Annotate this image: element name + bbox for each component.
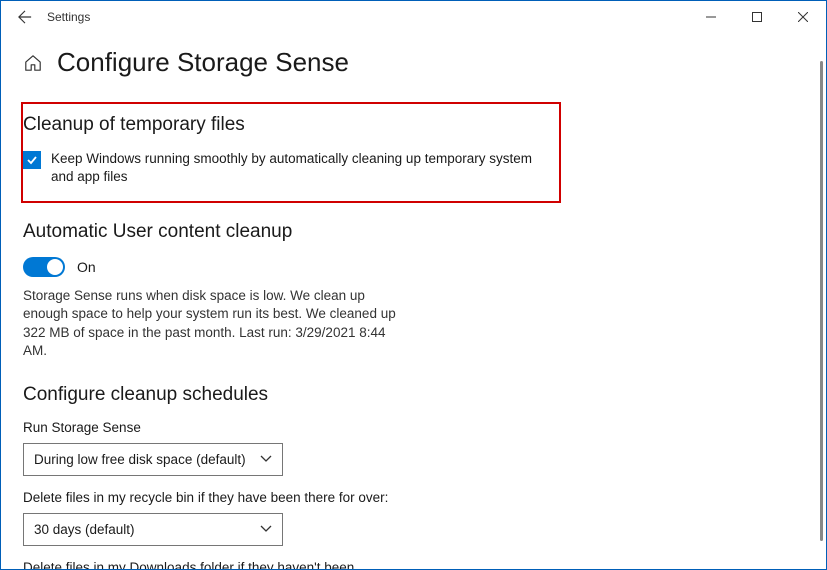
- titlebar: Settings: [1, 1, 826, 33]
- auto-cleanup-section: Automatic User content cleanup On Storag…: [23, 221, 563, 360]
- content-area: Configure Storage Sense Cleanup of tempo…: [1, 33, 826, 569]
- chevron-down-icon: [260, 455, 272, 463]
- checkmark-icon: [26, 154, 38, 166]
- toggle-knob: [47, 259, 63, 275]
- window-controls: [688, 1, 826, 33]
- cleanup-temp-section-highlighted: Cleanup of temporary files Keep Windows …: [21, 102, 561, 203]
- close-button[interactable]: [780, 1, 826, 33]
- maximize-button[interactable]: [734, 1, 780, 33]
- maximize-icon: [752, 12, 762, 22]
- home-icon[interactable]: [23, 53, 43, 73]
- downloads-label: Delete files in my Downloads folder if t…: [23, 560, 403, 569]
- cleanup-temp-checkbox[interactable]: [23, 151, 41, 169]
- schedules-section: Configure cleanup schedules Run Storage …: [23, 384, 563, 569]
- run-storage-sense-label: Run Storage Sense: [23, 420, 403, 435]
- minimize-icon: [706, 12, 716, 22]
- section-heading-cleanup: Cleanup of temporary files: [23, 114, 545, 136]
- window-title: Settings: [47, 10, 90, 24]
- close-icon: [798, 12, 808, 22]
- back-button[interactable]: [13, 5, 37, 29]
- page-header: Configure Storage Sense: [23, 47, 804, 78]
- recycle-bin-select[interactable]: 30 days (default): [23, 513, 283, 546]
- cleanup-temp-label: Keep Windows running smoothly by automat…: [51, 150, 545, 185]
- toggle-state-label: On: [77, 259, 96, 275]
- auto-cleanup-toggle-row: On: [23, 257, 563, 277]
- scrollbar[interactable]: [820, 61, 823, 541]
- run-storage-sense-select[interactable]: During low free disk space (default): [23, 443, 283, 476]
- select-value: 30 days (default): [34, 522, 135, 537]
- minimize-button[interactable]: [688, 1, 734, 33]
- page-title: Configure Storage Sense: [57, 47, 349, 78]
- recycle-bin-label: Delete files in my recycle bin if they h…: [23, 490, 403, 505]
- section-heading-auto: Automatic User content cleanup: [23, 221, 563, 243]
- section-heading-schedules: Configure cleanup schedules: [23, 384, 563, 406]
- select-value: During low free disk space (default): [34, 452, 246, 467]
- cleanup-temp-checkbox-row: Keep Windows running smoothly by automat…: [23, 150, 545, 185]
- chevron-down-icon: [260, 525, 272, 533]
- auto-cleanup-toggle[interactable]: [23, 257, 65, 277]
- auto-cleanup-description: Storage Sense runs when disk space is lo…: [23, 287, 403, 360]
- arrow-left-icon: [18, 10, 32, 24]
